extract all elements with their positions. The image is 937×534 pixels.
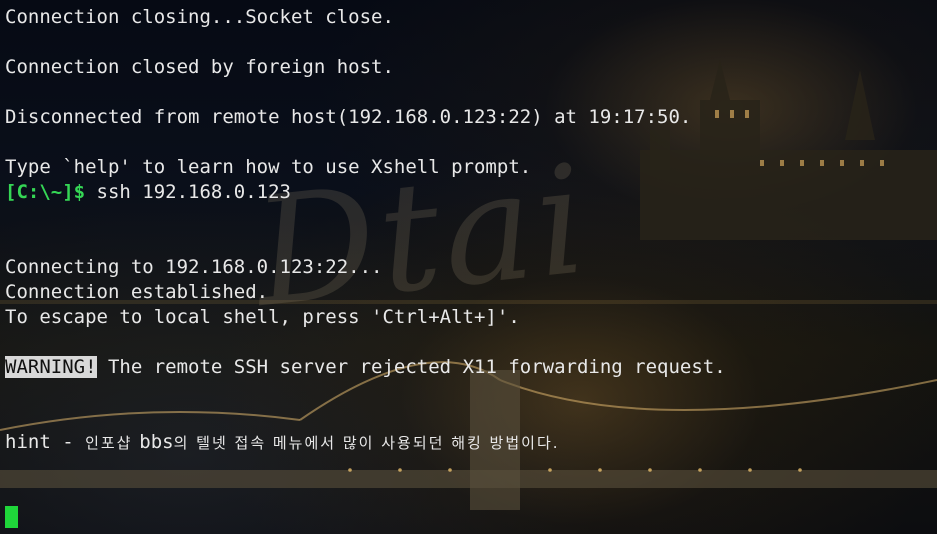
hint-bbs: bbs xyxy=(139,431,174,453)
output-line-escape: To escape to local shell, press 'Ctrl+Al… xyxy=(5,306,520,328)
hint-prefix: hint - xyxy=(5,431,86,453)
hint-korean: 인포샵 xyxy=(85,434,140,452)
terminal-window[interactable]: Dtai Connection closing...Socket close. … xyxy=(0,0,937,534)
warning-text: The remote SSH server rejected X11 forwa… xyxy=(96,356,726,378)
output-line-established: Connection established. xyxy=(5,281,269,303)
terminal-cursor xyxy=(5,506,18,528)
hint-line: hint - 인포샵 bbs의 텔넷 접속 메뉴에서 많이 사용되던 해킹 방법… xyxy=(5,430,560,454)
output-line-help: Type `help' to learn how to use Xshell p… xyxy=(5,156,532,178)
output-line-connecting: Connecting to 192.168.0.123:22... xyxy=(5,256,383,278)
output-line-closing: Connection closing...Socket close. xyxy=(5,6,394,28)
warning-line: WARNING! The remote SSH server rejected … xyxy=(5,355,726,379)
prompt-tag: [C:\~]$ xyxy=(5,181,86,203)
output-line-disconnected: Disconnected from remote host(192.168.0.… xyxy=(5,106,692,128)
output-line-closed: Connection closed by foreign host. xyxy=(5,56,394,78)
prompt-command: ssh 192.168.0.123 xyxy=(85,181,291,203)
warning-tag: WARNING! xyxy=(5,356,97,378)
prompt-line: [C:\~]$ ssh 192.168.0.123 xyxy=(5,180,291,204)
hint-rest: 의 텔넷 접속 메뉴에서 많이 사용되던 해킹 방법이다. xyxy=(173,434,560,452)
